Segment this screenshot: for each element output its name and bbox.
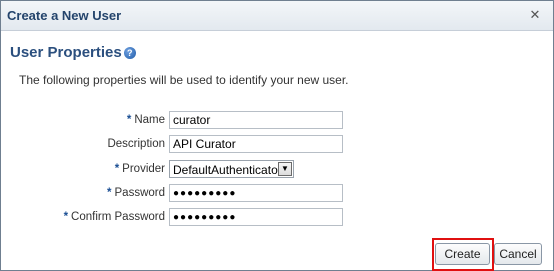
provider-label: * Provider bbox=[114, 163, 165, 175]
cancel-button[interactable]: Cancel bbox=[494, 243, 542, 265]
dialog-title: Create a New User bbox=[7, 8, 122, 23]
create-user-dialog: Create a New User ✕ User Properties? The… bbox=[0, 0, 554, 271]
confirm-password-label: * Confirm Password bbox=[63, 211, 165, 223]
required-marker: * bbox=[126, 114, 132, 126]
section-title-text: User Properties bbox=[10, 44, 122, 61]
create-button[interactable]: Create bbox=[435, 243, 490, 265]
name-label: * Name bbox=[126, 114, 165, 126]
description-input[interactable] bbox=[169, 135, 343, 153]
required-marker: * bbox=[63, 211, 69, 223]
close-icon[interactable]: ✕ bbox=[527, 7, 543, 23]
password-row: * Password bbox=[1, 184, 553, 204]
description-label: Description bbox=[107, 138, 165, 150]
name-row: * Name bbox=[1, 111, 553, 131]
required-marker: * bbox=[114, 163, 120, 175]
provider-row: * Provider DefaultAuthenticator ▼ bbox=[1, 160, 553, 180]
password-input[interactable] bbox=[169, 184, 343, 202]
provider-select-value: DefaultAuthenticator bbox=[173, 163, 282, 177]
dialog-titlebar: Create a New User ✕ bbox=[1, 1, 553, 31]
provider-select[interactable]: DefaultAuthenticator ▼ bbox=[169, 160, 294, 178]
chevron-down-icon[interactable]: ▼ bbox=[278, 162, 292, 176]
section-title: User Properties? bbox=[10, 44, 136, 61]
name-input[interactable] bbox=[169, 111, 343, 129]
description-row: Description bbox=[1, 135, 553, 155]
section-description: The following properties will be used to… bbox=[19, 73, 349, 87]
confirm-password-input[interactable] bbox=[169, 208, 343, 226]
password-label: * Password bbox=[107, 187, 165, 199]
required-marker: * bbox=[107, 187, 112, 199]
help-icon[interactable]: ? bbox=[123, 47, 136, 59]
confirm-password-row: * Confirm Password bbox=[1, 208, 553, 228]
